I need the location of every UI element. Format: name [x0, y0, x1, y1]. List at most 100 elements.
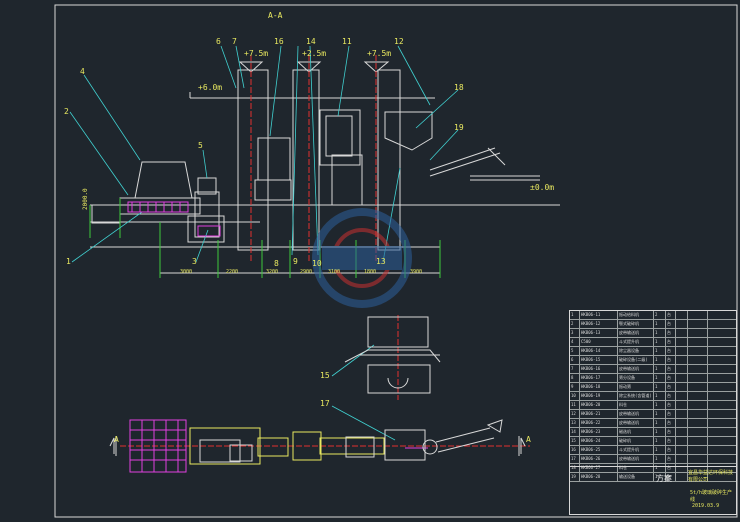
table-cell: 15: [570, 437, 580, 445]
title-block-footer: 方案 宜昌华益达环保科技有限公司 5t/h玻璃破碎生产线 2019.03.9: [570, 466, 736, 515]
table-cell: [688, 347, 708, 355]
dimension-text: 3000: [180, 269, 193, 275]
table-row: 4 C500 斗式提升机 1 台: [570, 338, 736, 347]
table-cell: HKB06-20: [580, 401, 618, 409]
table-cell: [676, 383, 688, 391]
table-cell: [688, 428, 708, 436]
table-cell: HKB06-22: [580, 419, 618, 427]
table-cell: HKB06-18: [580, 383, 618, 391]
table-cell: [708, 320, 736, 328]
table-cell: 斗式提升机: [618, 446, 654, 454]
table-cell: 2: [654, 311, 666, 319]
callout-15: 15: [320, 371, 330, 380]
table-cell: HKB06-17: [580, 374, 618, 382]
table-cell: HKB06-23: [580, 428, 618, 436]
dimension-text: 3900: [410, 269, 423, 275]
table-cell: [676, 374, 688, 382]
table-row: 5 HKB06-14 除尘器设备 1 台: [570, 347, 736, 356]
callout-8: 8: [274, 259, 279, 268]
table-cell: HKB06-25: [580, 446, 618, 454]
table-cell: [688, 374, 708, 382]
table-cell: 1: [654, 392, 666, 400]
table-cell: 6: [570, 356, 580, 364]
title-block: 1 HKB06-11 振动给料机 2 台 2 HKB06-12 颚式破碎机 1 台 3 HKB06-1…: [569, 310, 737, 515]
plan-title: 方案: [656, 474, 672, 483]
table-cell: 台: [666, 419, 676, 427]
table-cell: HKB06-13: [580, 329, 618, 337]
dimension-text: 2200: [226, 269, 239, 275]
callout-2: 2: [64, 107, 69, 116]
table-cell: 1: [654, 347, 666, 355]
table-cell: 台: [666, 428, 676, 436]
table-cell: 筛分设备: [618, 374, 654, 382]
table-cell: [688, 329, 708, 337]
table-cell: HKB06-16: [580, 365, 618, 373]
table-cell: 1: [654, 419, 666, 427]
table-cell: [688, 356, 708, 364]
table-row: 13 HKB06-22 皮带输送机 1 台: [570, 419, 736, 428]
level-mark: +6.0m: [198, 83, 223, 92]
table-cell: 16: [570, 446, 580, 454]
table-row: 1 HKB06-11 振动给料机 2 台: [570, 311, 736, 320]
table-cell: 3: [570, 329, 580, 337]
table-cell: [708, 446, 736, 454]
table-cell: [708, 428, 736, 436]
table-cell: 皮带输送机: [618, 329, 654, 337]
table-cell: [676, 365, 688, 373]
table-cell: [708, 347, 736, 355]
callout-19: 19: [454, 123, 464, 132]
parts-list: 1 HKB06-11 振动给料机 2 台 2 HKB06-12 颚式破碎机 1 台 3 HKB06-1…: [570, 311, 736, 482]
table-row: 15 HKB06-24 破碎机 1 台: [570, 437, 736, 446]
table-cell: 台: [666, 383, 676, 391]
table-row: 16 HKB06-25 斗式提升机 1 台: [570, 446, 736, 455]
callout-4: 4: [80, 67, 85, 76]
dimension-text: 2900: [300, 269, 313, 275]
table-cell: [676, 311, 688, 319]
table-row: 17 HKB06-26 皮带输送机 1 台: [570, 455, 736, 464]
table-cell: [688, 437, 708, 445]
table-cell: 1: [654, 365, 666, 373]
callout-10: 10: [312, 259, 322, 268]
table-cell: 破碎机: [618, 437, 654, 445]
table-cell: 1: [654, 401, 666, 409]
table-row: 11 HKB06-20 料仓 1 台: [570, 401, 736, 410]
table-cell: 台: [666, 410, 676, 418]
table-cell: 皮带输送机: [618, 410, 654, 418]
table-cell: [676, 329, 688, 337]
table-cell: 台: [666, 311, 676, 319]
table-cell: [676, 410, 688, 418]
callout-9: 9: [293, 257, 298, 266]
callout-17: 17: [320, 399, 330, 408]
table-cell: HKB06-24: [580, 437, 618, 445]
table-cell: HKB06-19: [580, 392, 618, 400]
callout-1: 1: [66, 257, 71, 266]
table-cell: [708, 374, 736, 382]
table-cell: [708, 401, 736, 409]
dimension-text: 1800: [364, 269, 377, 275]
table-row: 6 HKB06-15 破碎设备(二级) 1 台: [570, 356, 736, 365]
table-cell: 台: [666, 401, 676, 409]
table-cell: [676, 401, 688, 409]
table-row: 9 HKB06-18 振动筛 1 台: [570, 383, 736, 392]
table-cell: 4: [570, 338, 580, 346]
table-cell: 10: [570, 392, 580, 400]
table-cell: [708, 311, 736, 319]
table-row: 2 HKB06-12 颚式破碎机 1 台: [570, 320, 736, 329]
table-cell: [676, 428, 688, 436]
table-cell: 1: [654, 320, 666, 328]
table-cell: 料仓: [618, 401, 654, 409]
callout-12: 12: [394, 37, 404, 46]
table-cell: 台: [666, 365, 676, 373]
callout-14: 14: [306, 37, 316, 46]
level-mark: +7.5m: [367, 49, 392, 58]
table-cell: 振动筛: [618, 383, 654, 391]
table-cell: [676, 446, 688, 454]
table-cell: 1: [570, 311, 580, 319]
table-cell: 台: [666, 392, 676, 400]
table-cell: [688, 446, 708, 454]
table-cell: [688, 338, 708, 346]
table-cell: [688, 410, 708, 418]
table-cell: 台: [666, 329, 676, 337]
table-cell: 皮带输送机: [618, 419, 654, 427]
cad-drawing-canvas[interactable]: A-A +7.5m +2.5m +7.5m +6.0m ±0.0m 2000.0…: [0, 0, 740, 522]
